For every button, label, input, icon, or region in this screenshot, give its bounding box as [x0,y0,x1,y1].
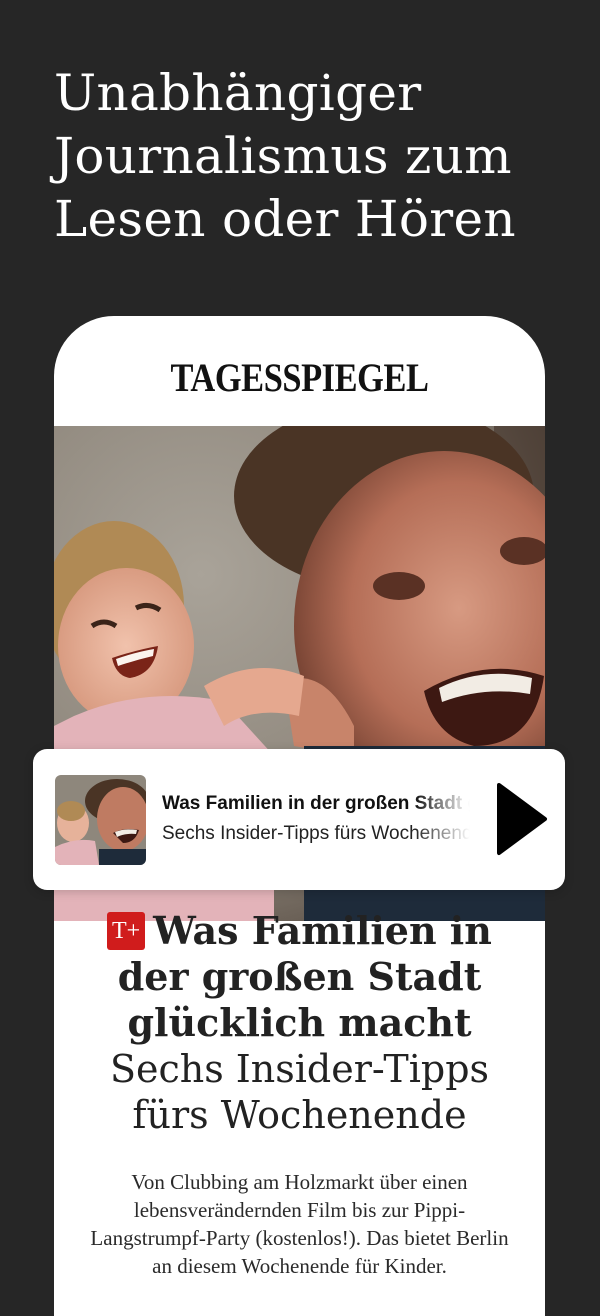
play-icon [497,783,547,855]
article-title[interactable]: T+ Was Familien in der großen Stadt glück… [74,908,525,1138]
play-button[interactable] [491,781,551,857]
tplus-badge: T+ [107,912,146,950]
player-subtitle: Sechs Insider-Tipps fürs Wochenende [162,823,470,844]
player-text: Was Familien in der großen Stadt glückli… [162,789,470,849]
article-teaser: Von Clubbing am Holzmarkt über einen leb… [90,1170,509,1278]
player-thumbnail [55,775,146,865]
article-preview[interactable]: T+ Was Familien in der großen Stadt glück… [74,908,525,1280]
article-title-bold: Was Familien in der großen Stadt glückli… [117,908,492,1045]
promo-headline: Unabhängiger Journalismus zum Lesen oder… [54,64,516,248]
audio-mini-player[interactable]: Was Familien in der großen Stadt glückli… [33,749,565,890]
app-logo[interactable]: TAGESSPIEGEL [88,354,510,401]
article-title-regular: Sechs Insider-Tipps fürs Wochenende [109,1047,490,1137]
player-title: Was Familien in der großen Stadt glückli… [162,793,470,814]
